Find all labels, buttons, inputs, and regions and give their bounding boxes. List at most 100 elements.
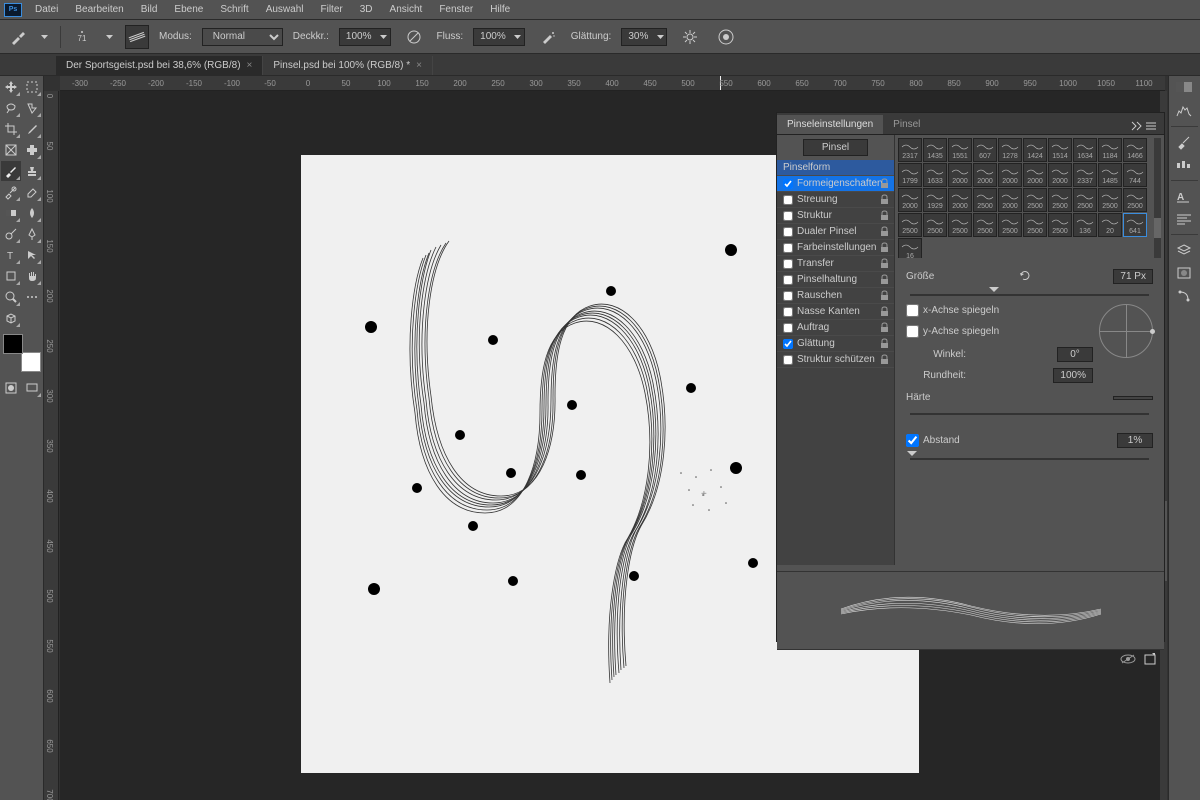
menu-bearbeiten[interactable]: Bearbeiten xyxy=(67,1,131,18)
type-tool[interactable]: T xyxy=(1,245,21,265)
menu-3d[interactable]: 3D xyxy=(352,1,381,18)
panel-btn-paragraph[interactable] xyxy=(1171,209,1197,229)
menu-bild[interactable]: Bild xyxy=(133,1,166,18)
panel-collapse-button[interactable] xyxy=(1124,118,1164,134)
preset-scrollbar[interactable] xyxy=(1154,138,1161,258)
quick-select-tool[interactable] xyxy=(22,98,42,118)
eraser-tool[interactable] xyxy=(22,182,42,202)
marquee-tool[interactable] xyxy=(22,77,42,97)
spacing-checkbox[interactable]: Abstand xyxy=(906,434,960,447)
doc-tab-0[interactable]: Der Sportsgeist.psd bei 38,6% (RGB/8)× xyxy=(56,56,263,75)
prop-struktur[interactable]: Struktur xyxy=(777,208,894,224)
prop-transfer[interactable]: Transfer xyxy=(777,256,894,272)
panel-btn-histogram[interactable] xyxy=(1171,101,1197,121)
brush-preset[interactable]: 2500 xyxy=(923,213,947,237)
brush-preset[interactable]: 2317 xyxy=(898,138,922,162)
brush-preset[interactable]: 2500 xyxy=(1023,188,1047,212)
brush-preset-picker[interactable]: 71 xyxy=(71,26,93,48)
brush-preset[interactable]: 2000 xyxy=(998,188,1022,212)
brush-presets-grid[interactable]: 2317143515516071278142415141634118414661… xyxy=(898,138,1161,258)
brush-preset[interactable]: 2500 xyxy=(973,213,997,237)
frame-tool[interactable] xyxy=(1,140,21,160)
flow-input[interactable]: 100% xyxy=(473,28,525,46)
dodge-tool[interactable] xyxy=(1,224,21,244)
prop-dualer-pinsel[interactable]: Dualer Pinsel xyxy=(777,224,894,240)
brush-preset[interactable]: 1278 xyxy=(998,138,1022,162)
panel-btn-layers[interactable] xyxy=(1171,240,1197,260)
fg-bg-color[interactable] xyxy=(3,334,41,372)
brush-preset[interactable]: 2500 xyxy=(1123,188,1147,212)
panel-btn-brushsettings[interactable] xyxy=(1171,155,1197,175)
brush-preset[interactable]: 2000 xyxy=(973,163,997,187)
tab-pinseleinstellungen[interactable]: Pinseleinstellungen xyxy=(777,115,883,134)
spacing-value[interactable]: 1% xyxy=(1117,433,1153,448)
prop-auftrag[interactable]: Auftrag xyxy=(777,320,894,336)
brush-preset[interactable]: 2500 xyxy=(1073,188,1097,212)
path-select-tool[interactable] xyxy=(22,245,42,265)
brush-preset[interactable]: 16 xyxy=(898,238,922,258)
panel-btn-character[interactable]: A xyxy=(1171,186,1197,206)
panel-btn-brushes[interactable] xyxy=(1171,132,1197,152)
zoom-tool[interactable] xyxy=(1,287,21,307)
close-icon[interactable]: × xyxy=(247,60,253,71)
healing-tool[interactable] xyxy=(22,140,42,160)
crop-tool[interactable] xyxy=(1,119,21,139)
size-value[interactable]: 71 Px xyxy=(1113,269,1153,284)
brush-preset[interactable]: 1551 xyxy=(948,138,972,162)
new-preset-icon[interactable] xyxy=(1144,653,1158,668)
panel-btn-color[interactable] xyxy=(1171,78,1197,98)
brush-preset[interactable]: 607 xyxy=(973,138,997,162)
bg-color[interactable] xyxy=(21,352,41,372)
brush-preset[interactable]: 20 xyxy=(1098,213,1122,237)
brush-preset[interactable]: 2000 xyxy=(998,163,1022,187)
smoothing-gear-icon[interactable] xyxy=(677,24,703,50)
preview-toggle-icon[interactable] xyxy=(1120,654,1136,667)
airbrush-icon[interactable] xyxy=(535,24,561,50)
brush-preset[interactable]: 2500 xyxy=(898,213,922,237)
prop-farbeinstellungen[interactable]: Farbeinstellungen xyxy=(777,240,894,256)
prop-pinselhaltung[interactable]: Pinselhaltung xyxy=(777,272,894,288)
pressure-size-icon[interactable] xyxy=(713,24,739,50)
spacing-slider[interactable] xyxy=(910,451,1149,465)
brush-preset[interactable]: 2000 xyxy=(948,188,972,212)
panel-btn-channels[interactable] xyxy=(1171,263,1197,283)
flip-reset-icon[interactable] xyxy=(1018,269,1030,284)
roundness-value[interactable]: 100% xyxy=(1053,368,1093,383)
brush-preset[interactable]: 1466 xyxy=(1123,138,1147,162)
brush-tool-icon[interactable] xyxy=(8,27,28,47)
angle-value[interactable]: 0° xyxy=(1057,347,1093,362)
brush-preset[interactable]: 1435 xyxy=(923,138,947,162)
brush-preset[interactable]: 2500 xyxy=(998,213,1022,237)
brush-preset[interactable]: 744 xyxy=(1123,163,1147,187)
prop-streuung[interactable]: Streuung xyxy=(777,192,894,208)
stamp-tool[interactable] xyxy=(22,161,42,181)
brush-panel-toggle[interactable] xyxy=(125,25,149,49)
scrollbar-thumb[interactable] xyxy=(1154,218,1161,238)
opacity-input[interactable]: 100% xyxy=(339,28,391,46)
brush-preset[interactable]: 1184 xyxy=(1098,138,1122,162)
eyedropper-tool[interactable] xyxy=(22,119,42,139)
flipy-checkbox[interactable]: y-Achse spiegeln xyxy=(906,325,1093,338)
prop-nasse-kanten[interactable]: Nasse Kanten xyxy=(777,304,894,320)
ruler-horizontal[interactable]: -300-250-200-150-100-5005010015020025030… xyxy=(60,76,1165,91)
panel-btn-paths[interactable] xyxy=(1171,286,1197,306)
doc-tab-1[interactable]: Pinsel.psd bei 100% (RGB/8) *× xyxy=(263,56,433,75)
lasso-tool[interactable] xyxy=(1,98,21,118)
smoothing-input[interactable]: 30% xyxy=(621,28,667,46)
prop-formeigenschaften[interactable]: Formeigenschaften xyxy=(777,176,894,192)
prop-struktur-schützen[interactable]: Struktur schützen xyxy=(777,352,894,368)
brush-tool[interactable] xyxy=(1,161,21,181)
brush-preset[interactable]: 2000 xyxy=(948,163,972,187)
brush-dropdown[interactable] xyxy=(103,27,115,47)
brush-preset[interactable]: 1929 xyxy=(923,188,947,212)
brush-preset[interactable]: 641 xyxy=(1123,213,1147,237)
pressure-opacity-icon[interactable] xyxy=(401,24,427,50)
flipx-checkbox[interactable]: x-Achse spiegeln xyxy=(906,304,1093,317)
menu-schrift[interactable]: Schrift xyxy=(212,1,256,18)
brush-preset[interactable]: 1424 xyxy=(1023,138,1047,162)
pinsel-preset-button[interactable]: Pinsel xyxy=(777,135,894,160)
tool-dropdown[interactable] xyxy=(38,27,50,47)
brush-preset[interactable]: 2000 xyxy=(1023,163,1047,187)
shape-tool[interactable] xyxy=(1,266,21,286)
history-brush-tool[interactable] xyxy=(1,182,21,202)
